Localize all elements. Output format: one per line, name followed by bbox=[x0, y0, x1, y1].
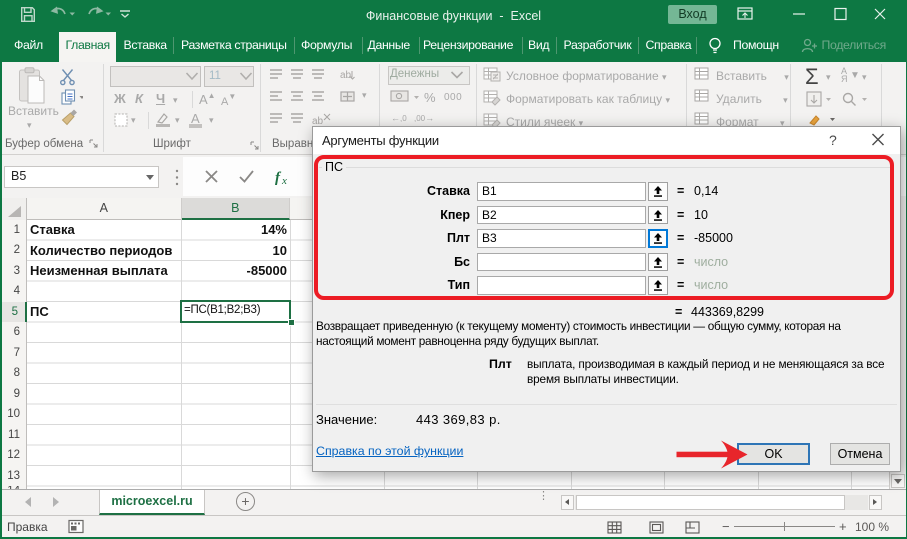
svg-text:f: f bbox=[275, 170, 282, 186]
svg-text:x: x bbox=[281, 175, 287, 186]
svg-text:ab: ab bbox=[340, 70, 352, 81]
